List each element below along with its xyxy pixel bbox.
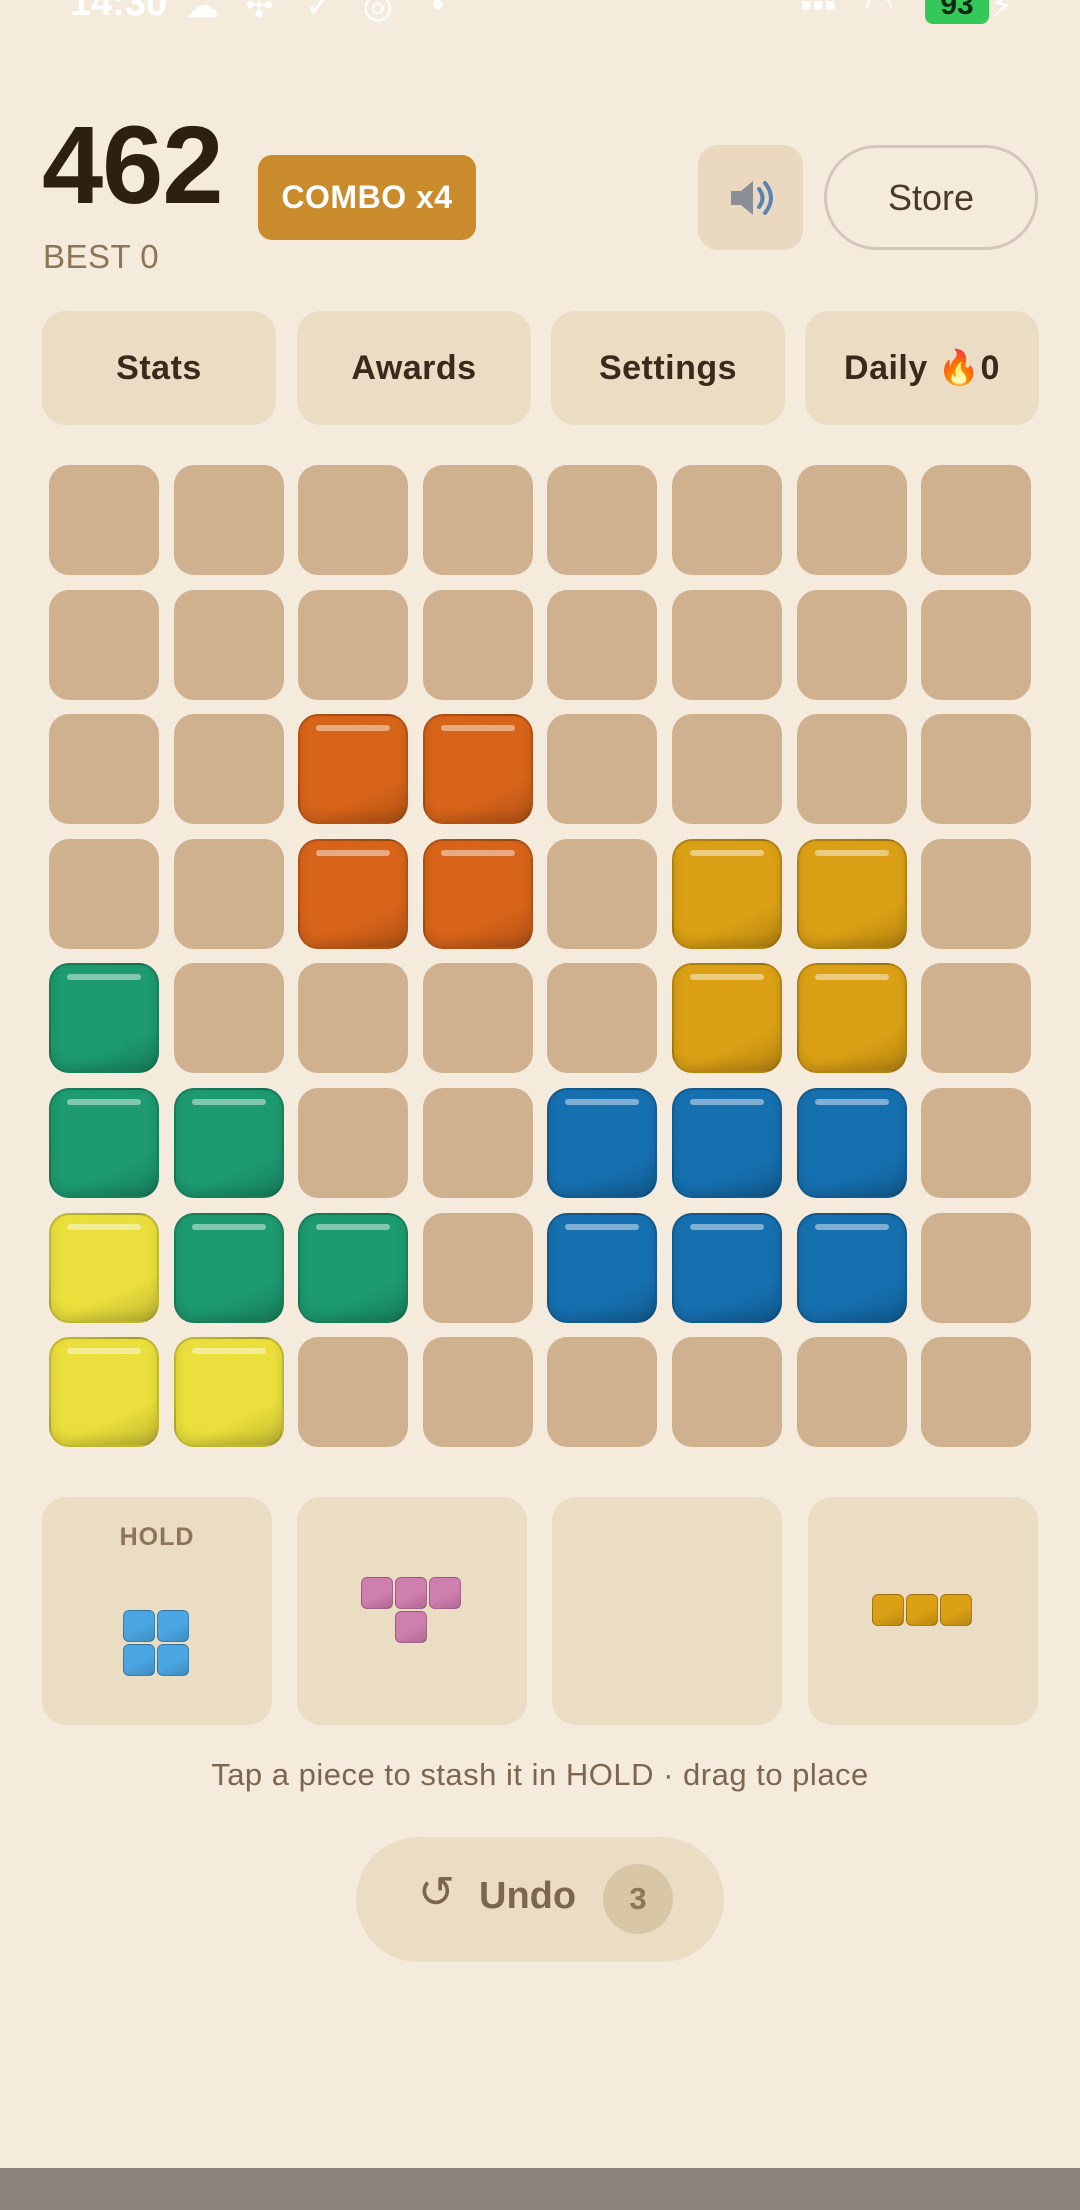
piece-block xyxy=(123,1644,155,1676)
board-cell-blue[interactable] xyxy=(672,1212,782,1323)
board-cell-empty[interactable] xyxy=(672,589,782,700)
game-screen: 14:30 ☁ ✣ ✓ ◎ • ▪▪▪ ◠ 93 ⚡ 462 BEST 0 CO… xyxy=(0,0,1080,2210)
board-cell-yellow[interactable] xyxy=(49,1337,159,1448)
board-cell-empty[interactable] xyxy=(672,714,782,825)
board-cell-blue[interactable] xyxy=(796,1212,907,1323)
board-cell-empty[interactable] xyxy=(173,838,284,949)
board-cell-empty[interactable] xyxy=(173,714,284,825)
board-cell-empty[interactable] xyxy=(921,589,1032,700)
board-cell-empty[interactable] xyxy=(422,1337,533,1448)
board-cell-empty[interactable] xyxy=(422,1088,533,1198)
piece-block xyxy=(123,1610,155,1642)
board-cell-empty[interactable] xyxy=(547,714,658,825)
board-cell-empty[interactable] xyxy=(298,963,409,1074)
piece-slot-1[interactable] xyxy=(297,1497,527,1725)
board-cell-green[interactable] xyxy=(173,1088,284,1198)
board-cell-empty[interactable] xyxy=(49,589,159,700)
board-cell-empty[interactable] xyxy=(796,1337,907,1448)
board-cell-orange[interactable] xyxy=(298,714,409,825)
board-cell-green[interactable] xyxy=(49,1088,159,1198)
board-cell-blue[interactable] xyxy=(547,1212,658,1323)
board-cell-green[interactable] xyxy=(298,1212,409,1323)
board-cell-empty[interactable] xyxy=(173,465,284,575)
piece-block xyxy=(395,1611,427,1643)
piece-slot-2[interactable] xyxy=(552,1497,782,1725)
board-cell-orange[interactable] xyxy=(422,838,533,949)
board-cell-empty[interactable] xyxy=(796,714,907,825)
board-cell-amber[interactable] xyxy=(796,838,907,949)
board-cell-yellow[interactable] xyxy=(173,1337,284,1448)
board-cell-empty[interactable] xyxy=(547,963,658,1074)
board-cell-empty[interactable] xyxy=(422,589,533,700)
undo-button[interactable]: ↺ Undo 3 xyxy=(356,1837,724,1962)
board-cell-empty[interactable] xyxy=(672,1337,782,1448)
board-cell-amber[interactable] xyxy=(672,963,782,1074)
undo-label: Undo xyxy=(479,1875,577,1917)
board-cell-empty[interactable] xyxy=(422,963,533,1074)
board-cell-empty[interactable] xyxy=(173,589,284,700)
hold-slot[interactable]: HOLD xyxy=(42,1497,272,1725)
board-cell-empty[interactable] xyxy=(547,838,658,949)
board-cell-amber[interactable] xyxy=(796,963,907,1074)
hint-text: Tap a piece to stash it in HOLD · drag t… xyxy=(211,1757,869,1792)
board-cell-empty[interactable] xyxy=(298,589,409,700)
piece-block xyxy=(361,1577,393,1609)
board-cell-empty[interactable] xyxy=(422,1212,533,1323)
board-cell-empty[interactable] xyxy=(921,963,1032,1074)
piece-block xyxy=(872,1594,904,1626)
undo-icon: ↺ xyxy=(418,1868,455,1917)
piece-block xyxy=(157,1610,189,1642)
board-cell-amber[interactable] xyxy=(672,838,782,949)
board-cell-blue[interactable] xyxy=(796,1088,907,1198)
board-cell-empty[interactable] xyxy=(921,1088,1032,1198)
navigation-bar xyxy=(0,2168,1080,2210)
board-cell-empty[interactable] xyxy=(921,838,1032,949)
piece-block xyxy=(157,1644,189,1676)
board-cell-green[interactable] xyxy=(173,1212,284,1323)
undo-count-badge: 3 xyxy=(603,1864,673,1934)
piece-block xyxy=(906,1594,938,1626)
piece-block xyxy=(940,1594,972,1626)
board-cell-empty[interactable] xyxy=(298,1088,409,1198)
board-cell-empty[interactable] xyxy=(921,1212,1032,1323)
board-cell-empty[interactable] xyxy=(547,1337,658,1448)
piece-block xyxy=(395,1577,427,1609)
board-cell-empty[interactable] xyxy=(49,838,159,949)
game-board[interactable] xyxy=(0,0,1080,1460)
board-cell-empty[interactable] xyxy=(49,465,159,575)
piece-slot-3[interactable] xyxy=(808,1497,1038,1725)
board-cell-empty[interactable] xyxy=(547,465,658,575)
board-cell-orange[interactable] xyxy=(298,838,409,949)
board-cell-empty[interactable] xyxy=(173,963,284,1074)
board-cell-empty[interactable] xyxy=(921,465,1032,575)
board-cell-yellow[interactable] xyxy=(49,1212,159,1323)
piece-block xyxy=(429,1577,461,1609)
board-cell-empty[interactable] xyxy=(422,465,533,575)
board-cell-empty[interactable] xyxy=(672,465,782,575)
board-cell-empty[interactable] xyxy=(298,465,409,575)
board-cell-empty[interactable] xyxy=(796,589,907,700)
board-cell-orange[interactable] xyxy=(422,714,533,825)
board-cell-empty[interactable] xyxy=(796,465,907,575)
board-cell-empty[interactable] xyxy=(921,714,1032,825)
board-cell-blue[interactable] xyxy=(547,1088,658,1198)
board-cell-empty[interactable] xyxy=(49,714,159,825)
board-cell-empty[interactable] xyxy=(298,1337,409,1448)
board-cell-blue[interactable] xyxy=(672,1088,782,1198)
board-cell-empty[interactable] xyxy=(921,1337,1032,1448)
board-cell-empty[interactable] xyxy=(547,589,658,700)
hold-label: HOLD xyxy=(119,1523,195,1551)
board-cell-green[interactable] xyxy=(49,963,159,1074)
